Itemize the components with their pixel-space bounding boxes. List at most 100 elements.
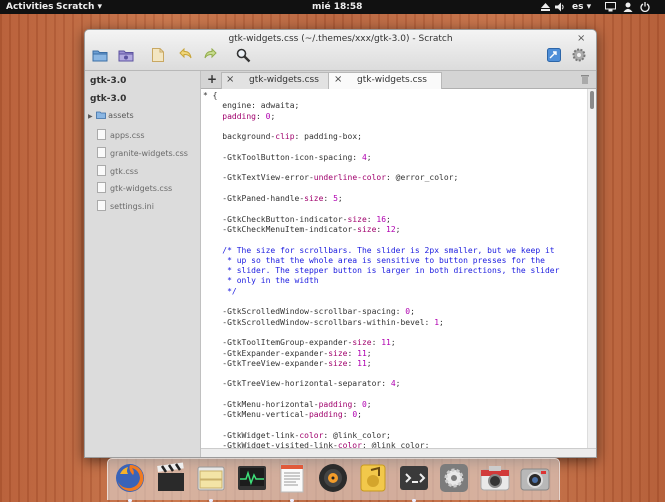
scrollbar-thumb[interactable] — [590, 91, 594, 109]
sidebar-item-granite-widgets-css[interactable]: granite-widgets.css — [97, 147, 188, 158]
file-manager-icon[interactable] — [195, 462, 227, 502]
power-icon[interactable] — [640, 2, 650, 12]
code-token: -GtkWidget-link- — [203, 430, 300, 440]
file-icon — [97, 182, 106, 193]
sidebar-root-folder[interactable]: gtk-3.0 — [90, 94, 126, 104]
code-token-kw: size — [357, 224, 377, 234]
text-editor-icon[interactable] — [276, 462, 308, 502]
undo-icon[interactable] — [179, 47, 193, 63]
sidebar-item-gtk-widgets-css[interactable]: gtk-widgets.css — [97, 182, 172, 193]
code-editor[interactable]: * { engine: adwaita; padding: 0; backgro… — [201, 89, 587, 448]
code-token: ; — [270, 111, 276, 121]
window-title: gtk-widgets.css (~/.themes/xxx/gtk-3.0) … — [228, 34, 453, 44]
code-token: -GtkCheckButton-indicator- — [203, 214, 348, 224]
share-icon[interactable] — [547, 48, 561, 65]
code-token: ; — [366, 358, 372, 368]
code-token: engine: adwaita; — [203, 101, 300, 111]
code-token: ; — [366, 152, 372, 162]
code-line: -GtkScrolledWindow-scrollbar-spacing: 0; — [203, 307, 415, 317]
code-line: -GtkCheckMenuItem-indicator-size: 12; — [203, 224, 400, 235]
tab-gtk-widgets-css-1[interactable]: × gtk-widgets.css — [221, 72, 330, 89]
firefox-icon[interactable] — [114, 462, 146, 502]
window-close-button[interactable]: × — [577, 33, 585, 44]
redo-icon[interactable] — [203, 47, 217, 63]
code-token: : — [352, 400, 362, 409]
trash-icon[interactable] — [581, 74, 589, 87]
sidebar-item-settings-ini[interactable]: settings.ini — [97, 200, 154, 211]
terminal-icon[interactable] — [398, 462, 430, 502]
search-icon[interactable] — [236, 48, 251, 66]
code-token: ; — [390, 338, 396, 348]
sidebar-item-gtk-css[interactable]: gtk.css — [97, 165, 138, 176]
sidebar-item-label: granite-widgets.css — [110, 149, 188, 158]
code-line: -GtkTreeView-expander-size: 11; — [203, 358, 372, 369]
tab-close-button[interactable]: × — [226, 74, 234, 85]
photo-camera-icon[interactable] — [479, 462, 511, 494]
code-token: -GtkWidget-visited-link- — [203, 441, 338, 448]
code-token: ; — [366, 400, 372, 409]
folder-open-icon[interactable] — [92, 48, 108, 65]
code-line: -GtkMenu-horizontal-padding: 0; — [203, 400, 372, 410]
code-token: : — [323, 194, 334, 203]
file-icon — [97, 165, 106, 176]
code-token-num: 11 — [357, 348, 367, 358]
network-icon[interactable] — [605, 2, 616, 12]
code-line: -GtkMenu-vertical-padding: 0; — [203, 410, 362, 420]
folder-templates-icon[interactable] — [118, 48, 134, 65]
code-token-num: 11 — [357, 358, 367, 368]
audio-player-icon[interactable] — [357, 462, 389, 494]
sidebar-root-folder[interactable]: gtk-3.0 — [90, 76, 126, 86]
tab-label: gtk-widgets.css — [357, 75, 427, 85]
eject-icon[interactable] — [541, 3, 550, 11]
system-settings-icon[interactable] — [438, 462, 470, 494]
code-token-kw: color — [299, 430, 324, 440]
code-token-num: 16 — [376, 214, 387, 224]
code-line: * only in the width — [203, 276, 319, 286]
tab-gtk-widgets-css-2[interactable]: × gtk-widgets.css — [328, 72, 442, 90]
keyboard-layout-button[interactable]: es ▾ — [572, 2, 591, 12]
tab-close-button[interactable]: × — [334, 74, 342, 85]
file-icon — [97, 129, 106, 140]
code-token: ; — [337, 194, 343, 203]
code-token: -GtkScrolledWindow-scrollbars-within-bev… — [203, 317, 435, 327]
clock[interactable]: mié 18:58 — [312, 2, 362, 12]
expander-arrow-icon[interactable]: ▶ — [88, 113, 93, 120]
system-monitor-icon[interactable] — [236, 462, 268, 494]
music-player-icon[interactable] — [317, 462, 349, 494]
code-token: -GtkMenu-vertical- — [203, 410, 309, 420]
app-menu-label: Scratch — [56, 2, 95, 12]
code-token-cm: * slider. The stepper button is larger i… — [203, 266, 560, 276]
sidebar-item-apps-css[interactable]: apps.css — [97, 129, 145, 140]
video-clapper-icon[interactable] — [155, 462, 187, 494]
save-icon[interactable] — [152, 48, 164, 65]
volume-icon[interactable] — [555, 2, 565, 12]
editor-scrollbar[interactable] — [587, 89, 596, 448]
code-token-cm: /* The size for scrollbars. The slider i… — [203, 245, 555, 255]
code-token: : @link_color; — [323, 430, 391, 440]
sidebar-item-label: assets — [108, 111, 134, 120]
code-token-kw: size — [304, 194, 324, 203]
code-token: -GtkScrolledWindow-scrollbar-spacing: — [203, 307, 406, 317]
app-menu-button[interactable]: Scratch ▾ — [56, 2, 102, 12]
file-icon — [97, 147, 106, 158]
code-line: -GtkToolItemGroup-expander-size: 11; — [203, 338, 396, 348]
sidebar-item-assets[interactable]: ▶ assets — [88, 111, 134, 120]
code-token: -GtkTreeView-horizontal-separator: — [203, 379, 391, 389]
code-token: : — [255, 111, 266, 121]
code-token: -GtkCheckMenuItem-indicator- — [203, 224, 358, 234]
code-line: -GtkWidget-visited-link-color: @link_col… — [203, 441, 429, 448]
file-sidebar: gtk-3.0 gtk-3.0 ▶ assets apps.css granit… — [85, 71, 201, 457]
code-line: engine: adwaita; — [203, 101, 299, 111]
code-token-cm: * only in the width — [203, 276, 319, 286]
code-token-kw: size — [347, 214, 367, 224]
sidebar-item-label: gtk.css — [110, 167, 139, 176]
user-icon[interactable] — [623, 2, 633, 12]
activities-button[interactable]: Activities — [6, 2, 54, 12]
new-tab-button[interactable]: + — [207, 72, 217, 86]
code-token-kw: padding — [203, 111, 256, 121]
settings-icon[interactable] — [572, 48, 586, 65]
window-titlebar[interactable]: gtk-widgets.css (~/.themes/xxx/gtk-3.0) … — [85, 30, 596, 71]
code-line: -GtkToolButton-icon-spacing: 4; — [203, 152, 372, 163]
webcam-icon[interactable] — [519, 462, 551, 494]
code-token-num: 11 — [381, 338, 391, 348]
